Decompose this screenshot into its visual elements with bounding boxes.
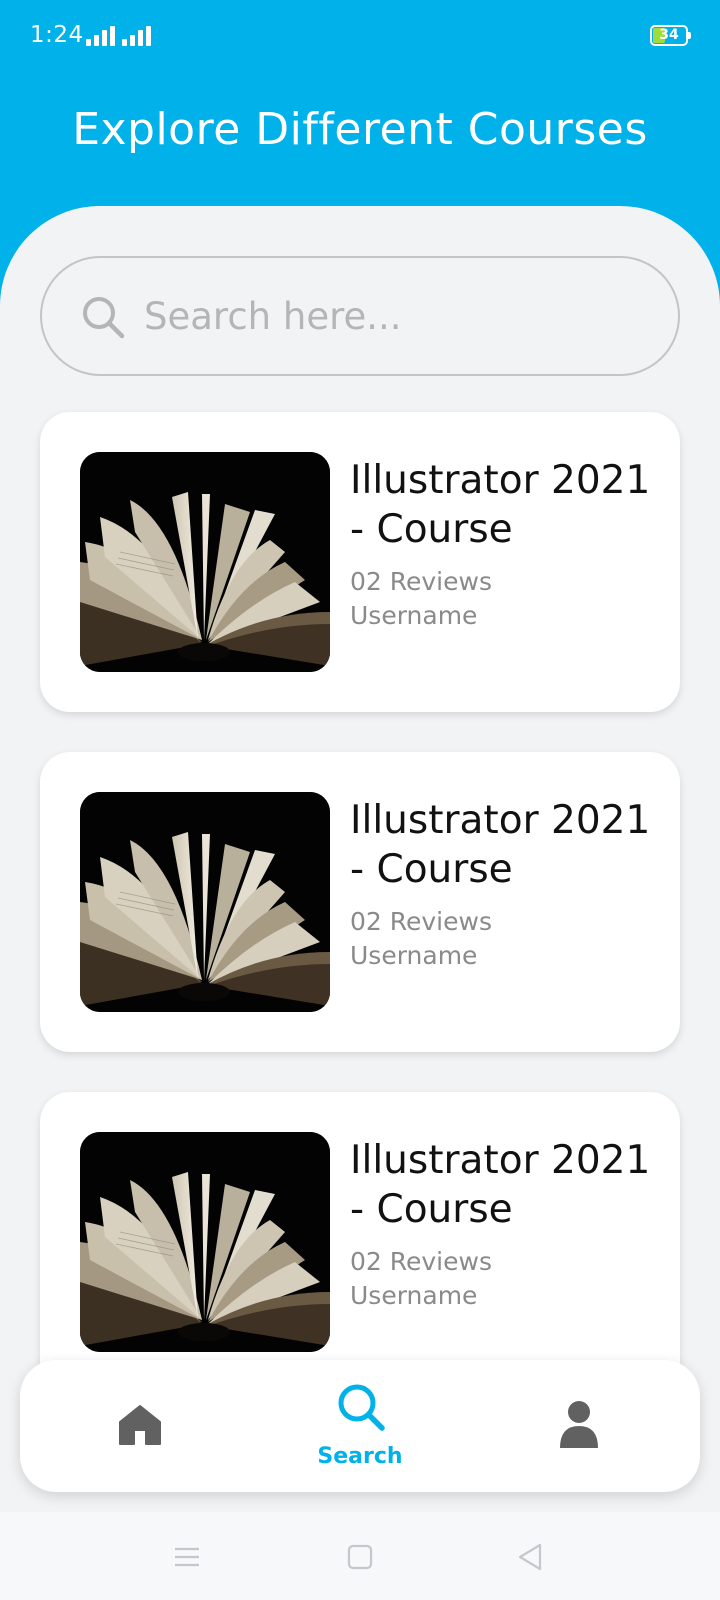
- course-thumbnail-image: [80, 452, 330, 672]
- course-author: Username: [350, 1281, 478, 1310]
- signal-icon: [122, 24, 154, 46]
- back-triangle-icon[interactable]: [514, 1540, 548, 1574]
- home-icon: [119, 1405, 161, 1445]
- course-title: Illustrator 2021 - Course: [350, 798, 651, 892]
- person-icon: [560, 1401, 598, 1448]
- nav-search[interactable]: Search: [290, 1360, 430, 1492]
- course-title: Illustrator 2021 - Course: [350, 458, 651, 552]
- course-card[interactable]: Illustrator 2021 - Course 02 Reviews Use…: [40, 1092, 680, 1392]
- search-icon: [338, 1384, 385, 1431]
- course-title: Illustrator 2021 - Course: [350, 1138, 651, 1232]
- nav-home[interactable]: [70, 1360, 210, 1492]
- search-input[interactable]: [144, 282, 644, 350]
- system-nav-bar: [0, 1512, 720, 1600]
- battery-icon: 34: [650, 25, 691, 46]
- signal-icon: [86, 24, 118, 46]
- nav-profile[interactable]: [510, 1360, 650, 1492]
- course-reviews: 02 Reviews: [350, 567, 492, 596]
- menu-icon[interactable]: [170, 1540, 204, 1574]
- course-thumbnail-image: [80, 1132, 330, 1352]
- course-reviews: 02 Reviews: [350, 1247, 492, 1276]
- page-title: Explore Different Courses: [72, 104, 648, 155]
- battery-level: 34: [659, 27, 679, 43]
- bottom-nav: Search: [20, 1360, 700, 1492]
- course-reviews: 02 Reviews: [350, 907, 492, 936]
- search-bar[interactable]: [40, 256, 680, 376]
- course-thumbnail-image: [80, 792, 330, 1012]
- course-card[interactable]: Illustrator 2021 - Course 02 Reviews Use…: [40, 752, 680, 1052]
- status-bar: 1:24 34: [0, 0, 720, 72]
- course-author: Username: [350, 941, 478, 970]
- course-card[interactable]: Illustrator 2021 - Course 02 Reviews Use…: [40, 412, 680, 712]
- search-icon: [83, 297, 125, 339]
- status-time: 1:24: [30, 22, 84, 48]
- square-home-icon[interactable]: [343, 1540, 377, 1574]
- course-author: Username: [350, 601, 478, 630]
- nav-search-label: Search: [317, 1444, 403, 1469]
